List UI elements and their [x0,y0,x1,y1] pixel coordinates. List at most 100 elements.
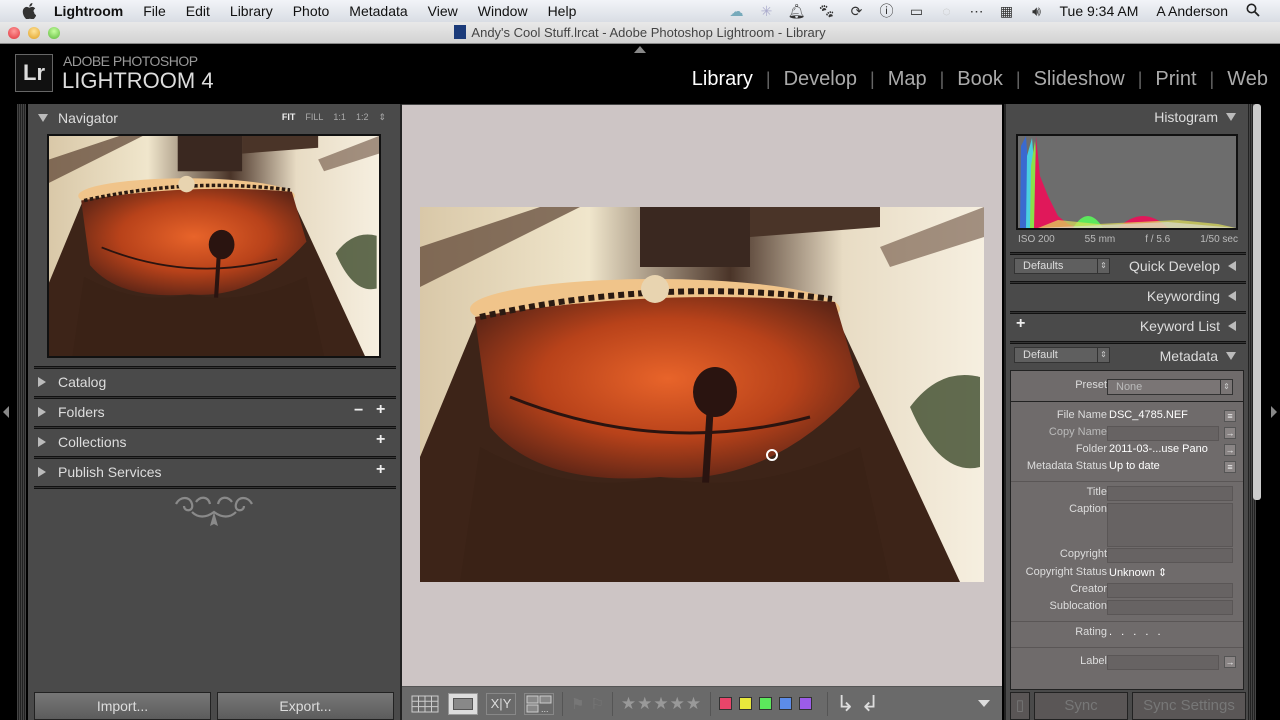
folders-header[interactable]: Folders [38,398,394,426]
clock[interactable]: Tue 9:34 AM [1060,3,1139,19]
color-label-blue[interactable] [779,697,793,710]
bluetooth-icon[interactable]: ✳ [752,3,782,20]
quick-develop-preset-select[interactable]: Defaults ⇕ [1014,258,1110,274]
menu-lightroom[interactable]: Lightroom [54,3,123,19]
module-develop[interactable]: Develop [784,68,857,91]
menu-edit[interactable]: Edit [186,3,210,19]
loupe-view[interactable] [402,104,1002,686]
main-photo[interactable] [420,207,984,582]
sync-button[interactable]: Sync [1034,692,1128,720]
arrow-right-icon[interactable]: → [1224,427,1236,439]
more-icon[interactable]: ⋯ [962,3,992,20]
add-folder-icon[interactable]: + [376,401,385,419]
calendar-icon[interactable]: ▦ [992,3,1022,20]
menu-photo[interactable]: Photo [293,3,330,19]
list-icon[interactable]: ≡ [1224,461,1236,473]
rating-star-icon[interactable]: ★ [653,694,668,714]
caption-field[interactable] [1107,503,1233,547]
collections-header[interactable]: Collections [38,428,394,456]
grid-view-icon[interactable] [410,693,440,715]
timemachine-icon[interactable]: ◌ [932,3,962,19]
menu-file[interactable]: File [143,3,166,19]
keyword-list-header[interactable]: Keyword List [1140,313,1236,339]
module-print[interactable]: Print [1155,68,1196,91]
right-panel-scrollbar[interactable] [1253,104,1261,500]
histogram-chart[interactable] [1016,134,1238,230]
rating-star-icon[interactable]: ★ [637,694,652,714]
color-label-red[interactable] [719,697,733,710]
go-to-folder-icon[interactable]: → [1224,444,1236,456]
survey-view-icon[interactable]: ... [524,692,554,715]
arrow-right-icon[interactable]: → [1224,656,1236,668]
add-collection-icon[interactable]: + [376,431,385,449]
title-field[interactable] [1107,486,1233,501]
volume-icon[interactable]: 🔊︎ [1022,3,1052,20]
file-name-value[interactable]: DSC_4785.NEF [1109,409,1188,421]
zoom-fit[interactable]: FIT [282,112,296,123]
menu-window[interactable]: Window [478,3,528,19]
notification-bell-icon[interactable]: 🔔︎ [782,3,812,20]
pick-flag-icon[interactable]: ⚑ [571,695,584,713]
import-button[interactable]: Import... [34,692,211,720]
color-label-yellow[interactable] [739,697,753,710]
user-name[interactable]: A Anderson [1156,3,1228,19]
copy-name-field[interactable] [1107,426,1219,441]
metadata-view-select[interactable]: Default ⇕ [1014,347,1110,363]
export-button[interactable]: Export... [217,692,394,720]
add-keyword-icon[interactable]: + [1016,315,1025,333]
menu-help[interactable]: Help [548,3,577,19]
left-panel-resize-handle[interactable] [17,104,26,720]
publish-services-header[interactable]: Publish Services [38,458,394,486]
sublocation-field[interactable] [1107,600,1233,615]
add-publish-service-icon[interactable]: + [376,461,385,479]
remove-folder-icon[interactable]: − [354,402,363,420]
paw-icon[interactable]: 🐾︎ [812,3,842,20]
zoom-fill[interactable]: FILL [305,112,323,123]
sync-icon[interactable]: ⟳ [842,3,872,20]
module-map[interactable]: Map [888,68,927,91]
rating-star-icon[interactable]: ★ [686,694,701,714]
spotlight-search-icon[interactable] [1246,3,1260,20]
copyright-field[interactable] [1107,548,1233,563]
compare-view-icon[interactable]: X|Y [486,692,516,715]
color-label-green[interactable] [759,697,773,710]
reject-flag-icon[interactable]: ⚐ [590,695,603,713]
navigator-header[interactable]: Navigator FIT FILL 1:1 1:2 ⇕ [38,104,394,132]
accessibility-icon[interactable]: ⓘ [872,1,902,21]
minimize-window-button[interactable] [28,27,40,39]
zoom-1-1[interactable]: 1:1 [333,112,346,123]
list-icon[interactable]: ≡ [1224,410,1236,422]
module-web[interactable]: Web [1227,68,1268,91]
right-panel-toggle[interactable] [1271,406,1277,418]
top-panel-toggle[interactable] [634,46,646,53]
sync-settings-button[interactable]: Sync Settings [1132,692,1246,720]
metadata-header[interactable]: Metadata [1160,343,1236,369]
quick-develop-header[interactable]: Quick Develop [1129,253,1236,279]
apple-menu-icon[interactable] [20,3,38,19]
histogram-header[interactable]: Histogram [1154,104,1236,130]
catalog-header[interactable]: Catalog [38,368,394,396]
creator-field[interactable] [1107,583,1233,598]
rating-dots[interactable]: . . . . . [1109,626,1164,638]
keywording-header[interactable]: Keywording [1147,283,1236,309]
menu-view[interactable]: View [428,3,458,19]
display-icon[interactable]: ▭ [902,3,932,20]
close-window-button[interactable] [8,27,20,39]
metadata-preset-select[interactable]: None ⇕ [1107,379,1233,395]
menu-metadata[interactable]: Metadata [349,3,407,19]
menu-library[interactable]: Library [230,3,273,19]
module-library[interactable]: Library [692,68,753,91]
cloud-sync-icon[interactable]: ☁ [722,3,752,20]
sync-toggle-switch[interactable]: ▯ [1010,692,1030,720]
left-panel-toggle[interactable] [3,406,9,418]
loupe-view-icon[interactable] [448,692,478,715]
toolbar-menu-icon[interactable] [978,700,990,707]
label-field[interactable] [1107,655,1219,670]
copyright-status-select[interactable]: Unknown ⇕ [1109,566,1167,579]
rating-star-icon[interactable]: ★ [670,694,685,714]
module-slideshow[interactable]: Slideshow [1034,68,1125,91]
zoom-1-2[interactable]: 1:2 [356,112,369,123]
rotate-right-icon[interactable]: ↲ [861,691,879,717]
module-book[interactable]: Book [957,68,1003,91]
zoom-stepper-icon[interactable]: ⇕ [378,112,386,123]
